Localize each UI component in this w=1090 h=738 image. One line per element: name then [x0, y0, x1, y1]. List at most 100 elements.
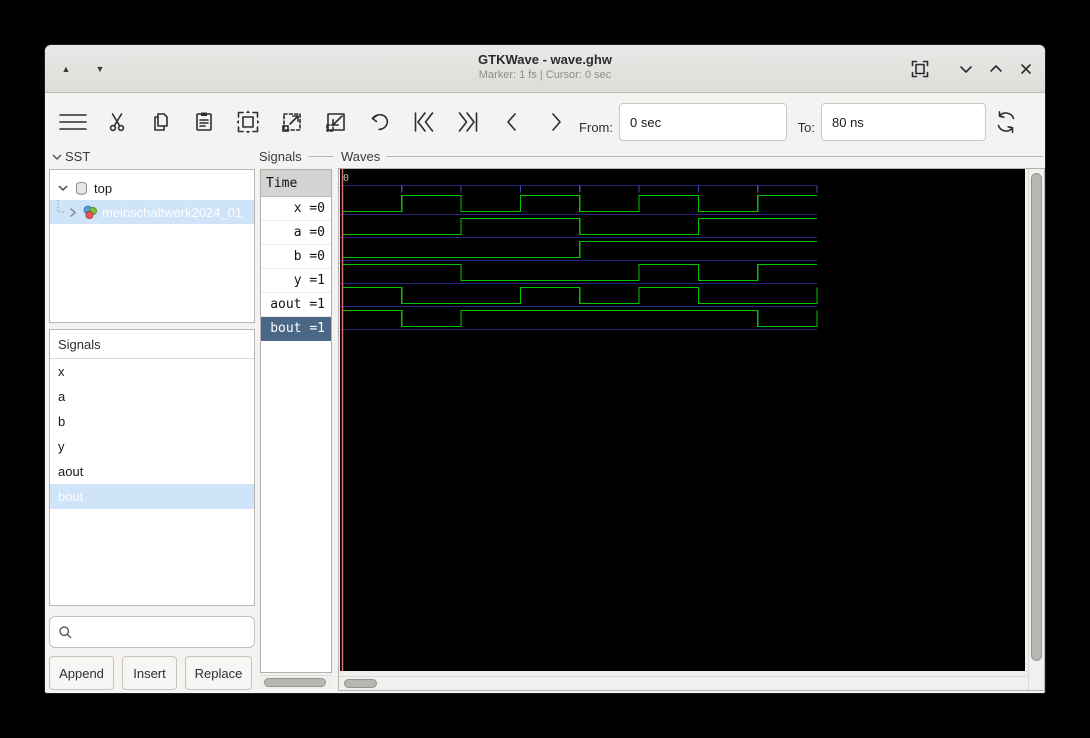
wave-canvas[interactable]: 0 [340, 169, 1025, 671]
list-item-y[interactable]: y [50, 434, 254, 459]
replace-button-label: Replace [195, 666, 243, 681]
from-input[interactable] [619, 103, 787, 141]
signal-row-b[interactable]: b =0 [261, 245, 331, 269]
fullscreen-button[interactable] [909, 58, 931, 80]
search-input[interactable] [49, 616, 255, 648]
window-subtitle: Marker: 1 fs | Cursor: 0 sec [45, 68, 1045, 82]
signal-row-label: bout =1 [270, 321, 325, 336]
close-button[interactable] [1015, 58, 1037, 80]
chevron-up-icon [988, 61, 1004, 77]
chevron-right-icon[interactable] [66, 206, 79, 219]
maximize-button[interactable] [985, 58, 1007, 80]
list-item-a[interactable]: a [50, 384, 254, 409]
signal-row-bout[interactable]: bout =1 [261, 317, 331, 341]
tree-item-top[interactable]: top [50, 176, 254, 200]
append-button-label: Append [59, 666, 104, 681]
signal-row-y[interactable]: y =1 [261, 269, 331, 293]
zoom-in-button[interactable] [275, 105, 309, 139]
signal-browser: Signals x a b y aout bout [49, 329, 255, 606]
frame-line [308, 156, 333, 157]
signals-hscrollbar-thumb[interactable] [264, 678, 326, 687]
frame-line [386, 156, 1043, 157]
copy-button[interactable] [144, 105, 178, 139]
insert-button-label: Insert [133, 666, 166, 681]
reload-button[interactable] [989, 105, 1023, 139]
menu-button[interactable] [56, 105, 90, 139]
list-item-b[interactable]: b [50, 409, 254, 434]
zoom-out-icon [323, 109, 349, 135]
signals-frame-label: Signals [259, 149, 333, 164]
chevron-down-icon[interactable] [56, 181, 70, 195]
fit-screen-icon [911, 60, 929, 78]
signal-row-label: a =0 [294, 225, 325, 240]
waveform-svg: 0 [340, 169, 1025, 671]
signals-hscrollbar [260, 675, 332, 689]
signal-row-label: y =1 [294, 273, 325, 288]
scissors-icon [105, 110, 129, 134]
zoom-out-button[interactable] [319, 105, 353, 139]
zoom-fit-icon [235, 109, 261, 135]
to-label: To: [789, 120, 815, 135]
expander-down-icon [51, 151, 63, 163]
chevron-right-icon [543, 109, 569, 135]
waves-hscrollbar-thumb[interactable] [344, 679, 377, 688]
time-header-label: Time [266, 176, 297, 191]
signal-row-label: aout =1 [270, 297, 325, 312]
signal-row-label: b =0 [294, 249, 325, 264]
titlebar-text: GTKWave - wave.ghw Marker: 1 fs | Cursor… [45, 51, 1045, 82]
svg-text:0: 0 [343, 173, 349, 184]
from-label: From: [569, 120, 613, 135]
signal-row-aout[interactable]: aout =1 [261, 293, 331, 317]
signal-list-header-label: Signals [58, 337, 101, 352]
skip-end-icon [455, 109, 481, 135]
waves-vscrollbar-thumb[interactable] [1031, 173, 1042, 661]
tree-connector [50, 200, 66, 224]
list-item-aout[interactable]: aout [50, 459, 254, 484]
step-left-button[interactable] [495, 105, 529, 139]
list-item-x[interactable]: x [50, 359, 254, 384]
paste-button[interactable] [187, 105, 221, 139]
cut-button[interactable] [100, 105, 134, 139]
go-to-start-button[interactable] [407, 105, 441, 139]
tree-item-label: meinschaltwerk2024_01 [102, 205, 242, 220]
menu-icon [58, 110, 88, 134]
signal-row-a[interactable]: a =0 [261, 221, 331, 245]
step-right-button[interactable] [539, 105, 573, 139]
signal-row-x[interactable]: x =0 [261, 197, 331, 221]
clipboard-icon [192, 110, 216, 134]
toolbar: From: To: [45, 93, 1045, 149]
search-icon [58, 625, 73, 640]
signal-list-header[interactable]: Signals [50, 330, 254, 359]
waves-frame-label: Waves [341, 149, 1043, 164]
append-button[interactable]: Append [49, 656, 114, 690]
insert-button[interactable]: Insert [122, 656, 177, 690]
time-header[interactable]: Time [261, 170, 331, 197]
waves-label: Waves [341, 149, 380, 164]
window-title: GTKWave - wave.ghw [45, 51, 1045, 68]
to-input[interactable] [821, 103, 986, 141]
database-icon [74, 181, 89, 196]
undo-button[interactable] [363, 105, 397, 139]
close-icon [1018, 61, 1034, 77]
waves-panel: 0 [338, 168, 1045, 691]
replace-button[interactable]: Replace [185, 656, 252, 690]
chevron-left-icon [499, 109, 525, 135]
copy-icon [149, 110, 173, 134]
reload-icon [992, 108, 1020, 136]
signals-label: Signals [259, 149, 302, 164]
skip-start-icon [411, 109, 437, 135]
list-item-label: y [58, 439, 65, 454]
chevron-down-icon [958, 61, 974, 77]
go-to-end-button[interactable] [451, 105, 485, 139]
list-item-bout[interactable]: bout [50, 484, 254, 509]
tree-item-label: top [94, 181, 112, 196]
waves-hscrollbar [339, 676, 1028, 690]
zoom-fit-button[interactable] [231, 105, 265, 139]
sst-frame-label[interactable]: SST [51, 149, 253, 164]
minimize-button[interactable] [955, 58, 977, 80]
signal-row-label: x =0 [294, 201, 325, 216]
tree-item-meinschaltwerk[interactable]: meinschaltwerk2024_01 [50, 200, 254, 224]
zoom-in-icon [279, 109, 305, 135]
undo-icon [367, 109, 393, 135]
gtkwave-window: ▲ ▼ GTKWave - wave.ghw Marker: 1 fs | Cu… [44, 44, 1046, 694]
